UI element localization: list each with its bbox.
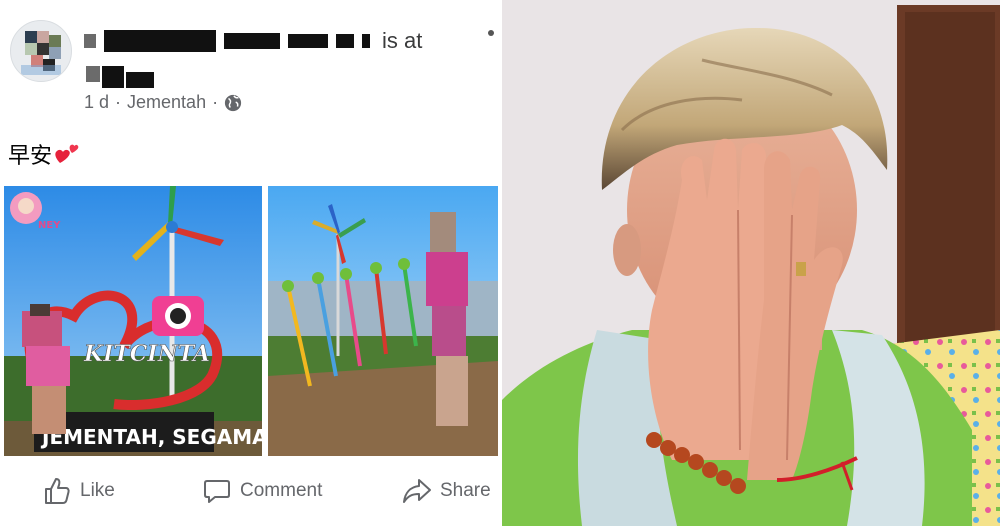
post-action-bar: Like Comment Share bbox=[0, 470, 500, 516]
censored-location-block bbox=[86, 66, 154, 88]
comment-label: Comment bbox=[240, 480, 323, 501]
post-author-line[interactable]: is at bbox=[84, 24, 422, 58]
checkin-label: is at bbox=[382, 28, 423, 53]
censored-name-block bbox=[104, 30, 216, 52]
facebook-post: is at 1 d · Jementah · 早安 KITCINTA JEMEN… bbox=[0, 0, 500, 526]
post-photo-signboard[interactable]: KITCINTA JEMENTAH, SEGAMAT NEY bbox=[4, 186, 262, 456]
post-meta: 1 d · Jementah · bbox=[84, 92, 242, 113]
comment-button[interactable]: Comment bbox=[202, 476, 322, 506]
hearts-emoji-icon bbox=[55, 144, 79, 163]
caption-text: 早安 bbox=[8, 144, 53, 169]
meta-separator: · bbox=[212, 92, 219, 112]
censored-name-block bbox=[224, 33, 280, 49]
sign-heart-text: KITCINTA bbox=[83, 341, 210, 367]
meta-separator: · bbox=[115, 92, 122, 112]
censored-name-block bbox=[336, 34, 354, 48]
post-caption: 早安 bbox=[8, 138, 80, 170]
sign-base-text: JEMENTAH, SEGAMAT bbox=[40, 425, 262, 449]
share-label: Share bbox=[440, 480, 491, 501]
share-arrow-icon bbox=[403, 479, 431, 503]
globe-icon bbox=[224, 94, 242, 111]
like-button[interactable]: Like bbox=[42, 476, 115, 506]
badge-text: NEY bbox=[38, 220, 61, 231]
avatar[interactable] bbox=[10, 20, 72, 82]
like-label: Like bbox=[80, 480, 115, 501]
speech-bubble-icon bbox=[204, 480, 230, 503]
post-location[interactable]: Jementah bbox=[127, 92, 206, 113]
censored-name-block bbox=[288, 34, 328, 48]
thumbs-up-icon bbox=[45, 478, 70, 504]
more-options-icon[interactable] bbox=[488, 30, 494, 36]
post-timestamp[interactable]: 1 d bbox=[84, 92, 109, 113]
censored-name-block bbox=[84, 34, 96, 48]
censored-name-block bbox=[362, 34, 370, 48]
crying-person-photo bbox=[502, 0, 1000, 526]
share-button[interactable]: Share bbox=[402, 476, 491, 506]
post-photo-windmills[interactable] bbox=[268, 186, 498, 456]
